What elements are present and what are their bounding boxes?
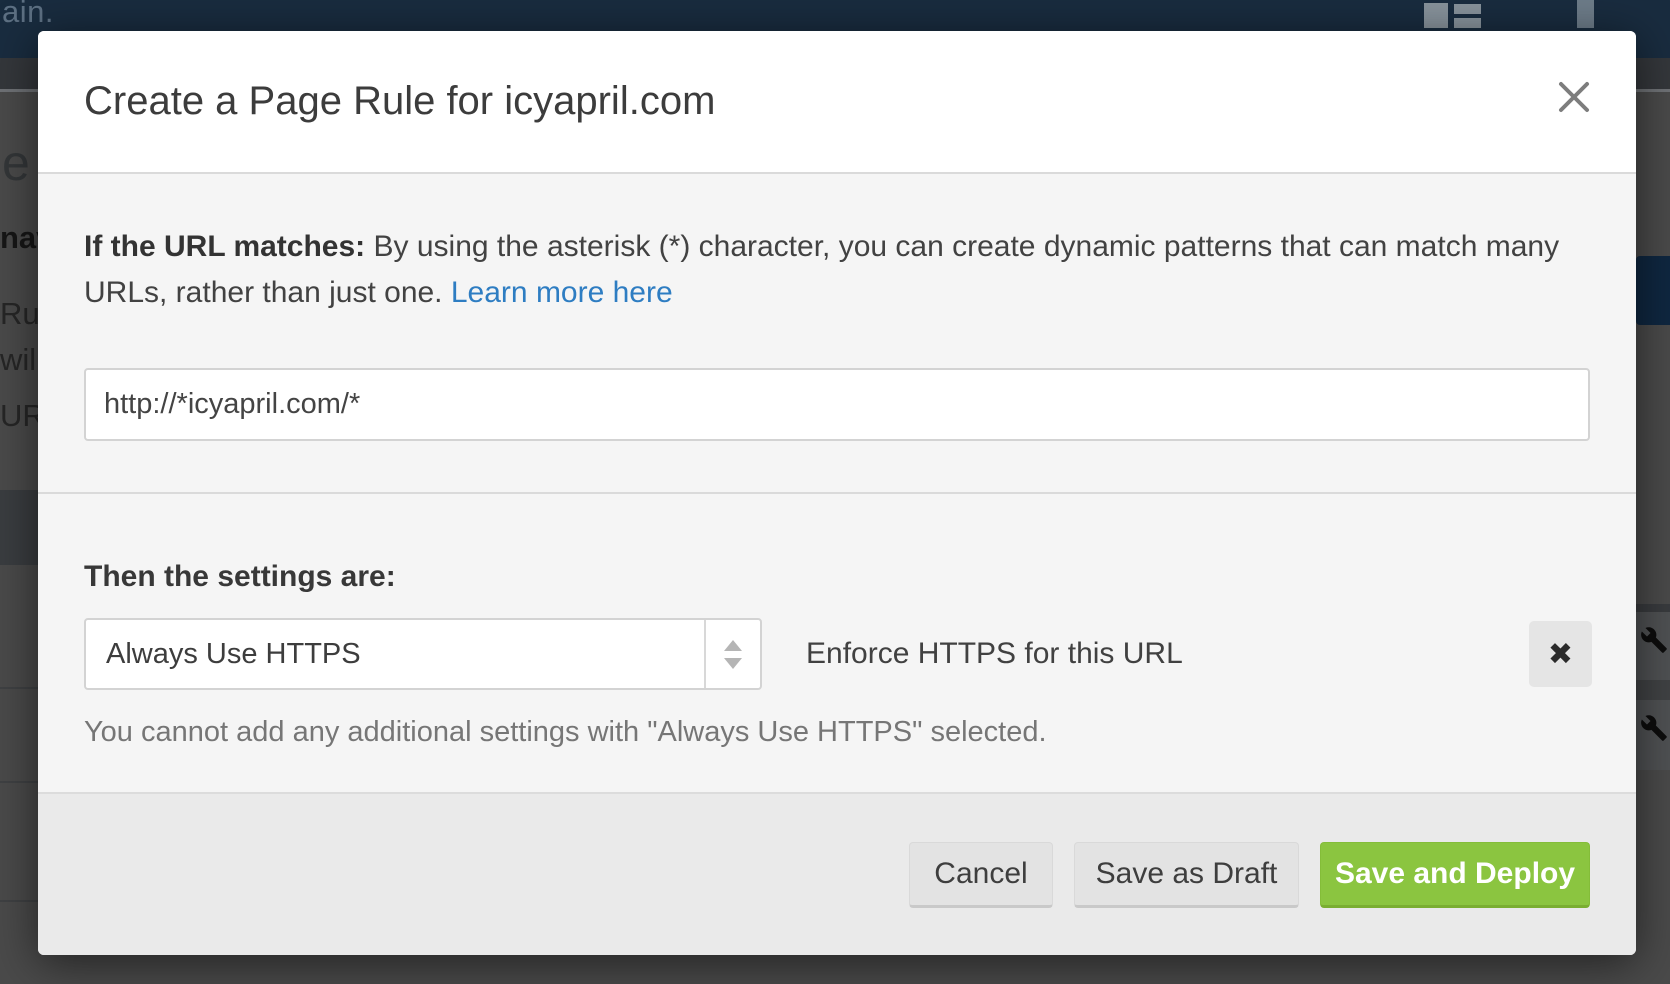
news-icon-bar xyxy=(1454,4,1481,14)
background-topbar-text: ain. xyxy=(2,0,54,30)
remove-setting-button[interactable]: ✖ xyxy=(1529,621,1592,687)
news-icon xyxy=(1424,3,1448,28)
news-icon-bar xyxy=(1454,18,1481,28)
url-match-label: If the URL matches: xyxy=(84,230,365,263)
background-row-divider xyxy=(0,781,38,783)
setting-description: Enforce HTTPS for this URL xyxy=(806,618,1183,690)
chevron-down-icon xyxy=(724,658,742,669)
setting-row: Always Use HTTPS Enforce HTTPS for this … xyxy=(38,618,1636,690)
background-row-divider xyxy=(1636,680,1670,700)
modal-title: Create a Page Rule for icyapril.com xyxy=(84,79,715,124)
wrench-icon xyxy=(1640,714,1668,742)
background-table-header-fragment xyxy=(0,490,38,565)
background-text-fragment: Ru xyxy=(0,296,40,332)
background-row-divider xyxy=(1636,604,1670,612)
select-spinner-icon xyxy=(704,620,760,688)
save-and-deploy-button[interactable]: Save and Deploy xyxy=(1320,842,1590,908)
close-icon xyxy=(1557,80,1591,117)
url-pattern-input[interactable] xyxy=(84,368,1590,441)
background-row-divider xyxy=(0,687,38,689)
wrench-icon xyxy=(1640,626,1668,654)
cancel-button[interactable]: Cancel xyxy=(909,842,1053,908)
chevron-up-icon xyxy=(724,640,742,651)
background-text-fragment: will xyxy=(0,342,43,378)
section-divider xyxy=(38,492,1636,494)
topbar-icon-fragment xyxy=(1577,0,1594,28)
save-as-draft-button[interactable]: Save as Draft xyxy=(1074,842,1299,908)
remove-x-icon: ✖ xyxy=(1548,637,1573,672)
background-row-divider xyxy=(0,900,38,902)
setting-select-value: Always Use HTTPS xyxy=(86,638,704,671)
settings-heading: Then the settings are: xyxy=(84,560,396,594)
learn-more-link[interactable]: Learn more here xyxy=(451,276,673,309)
background-button-fragment xyxy=(1636,256,1670,325)
modal-footer: Cancel Save as Draft Save and Deploy xyxy=(38,792,1636,955)
setting-select[interactable]: Always Use HTTPS xyxy=(84,618,762,690)
url-match-description: If the URL matches: By using the asteris… xyxy=(84,224,1564,316)
background-text-fragment: e xyxy=(2,134,30,192)
close-button[interactable] xyxy=(1556,80,1592,116)
modal-header: Create a Page Rule for icyapril.com xyxy=(38,31,1636,174)
create-page-rule-modal: Create a Page Rule for icyapril.com If t… xyxy=(38,31,1636,955)
setting-hint: You cannot add any additional settings w… xyxy=(84,716,1047,749)
